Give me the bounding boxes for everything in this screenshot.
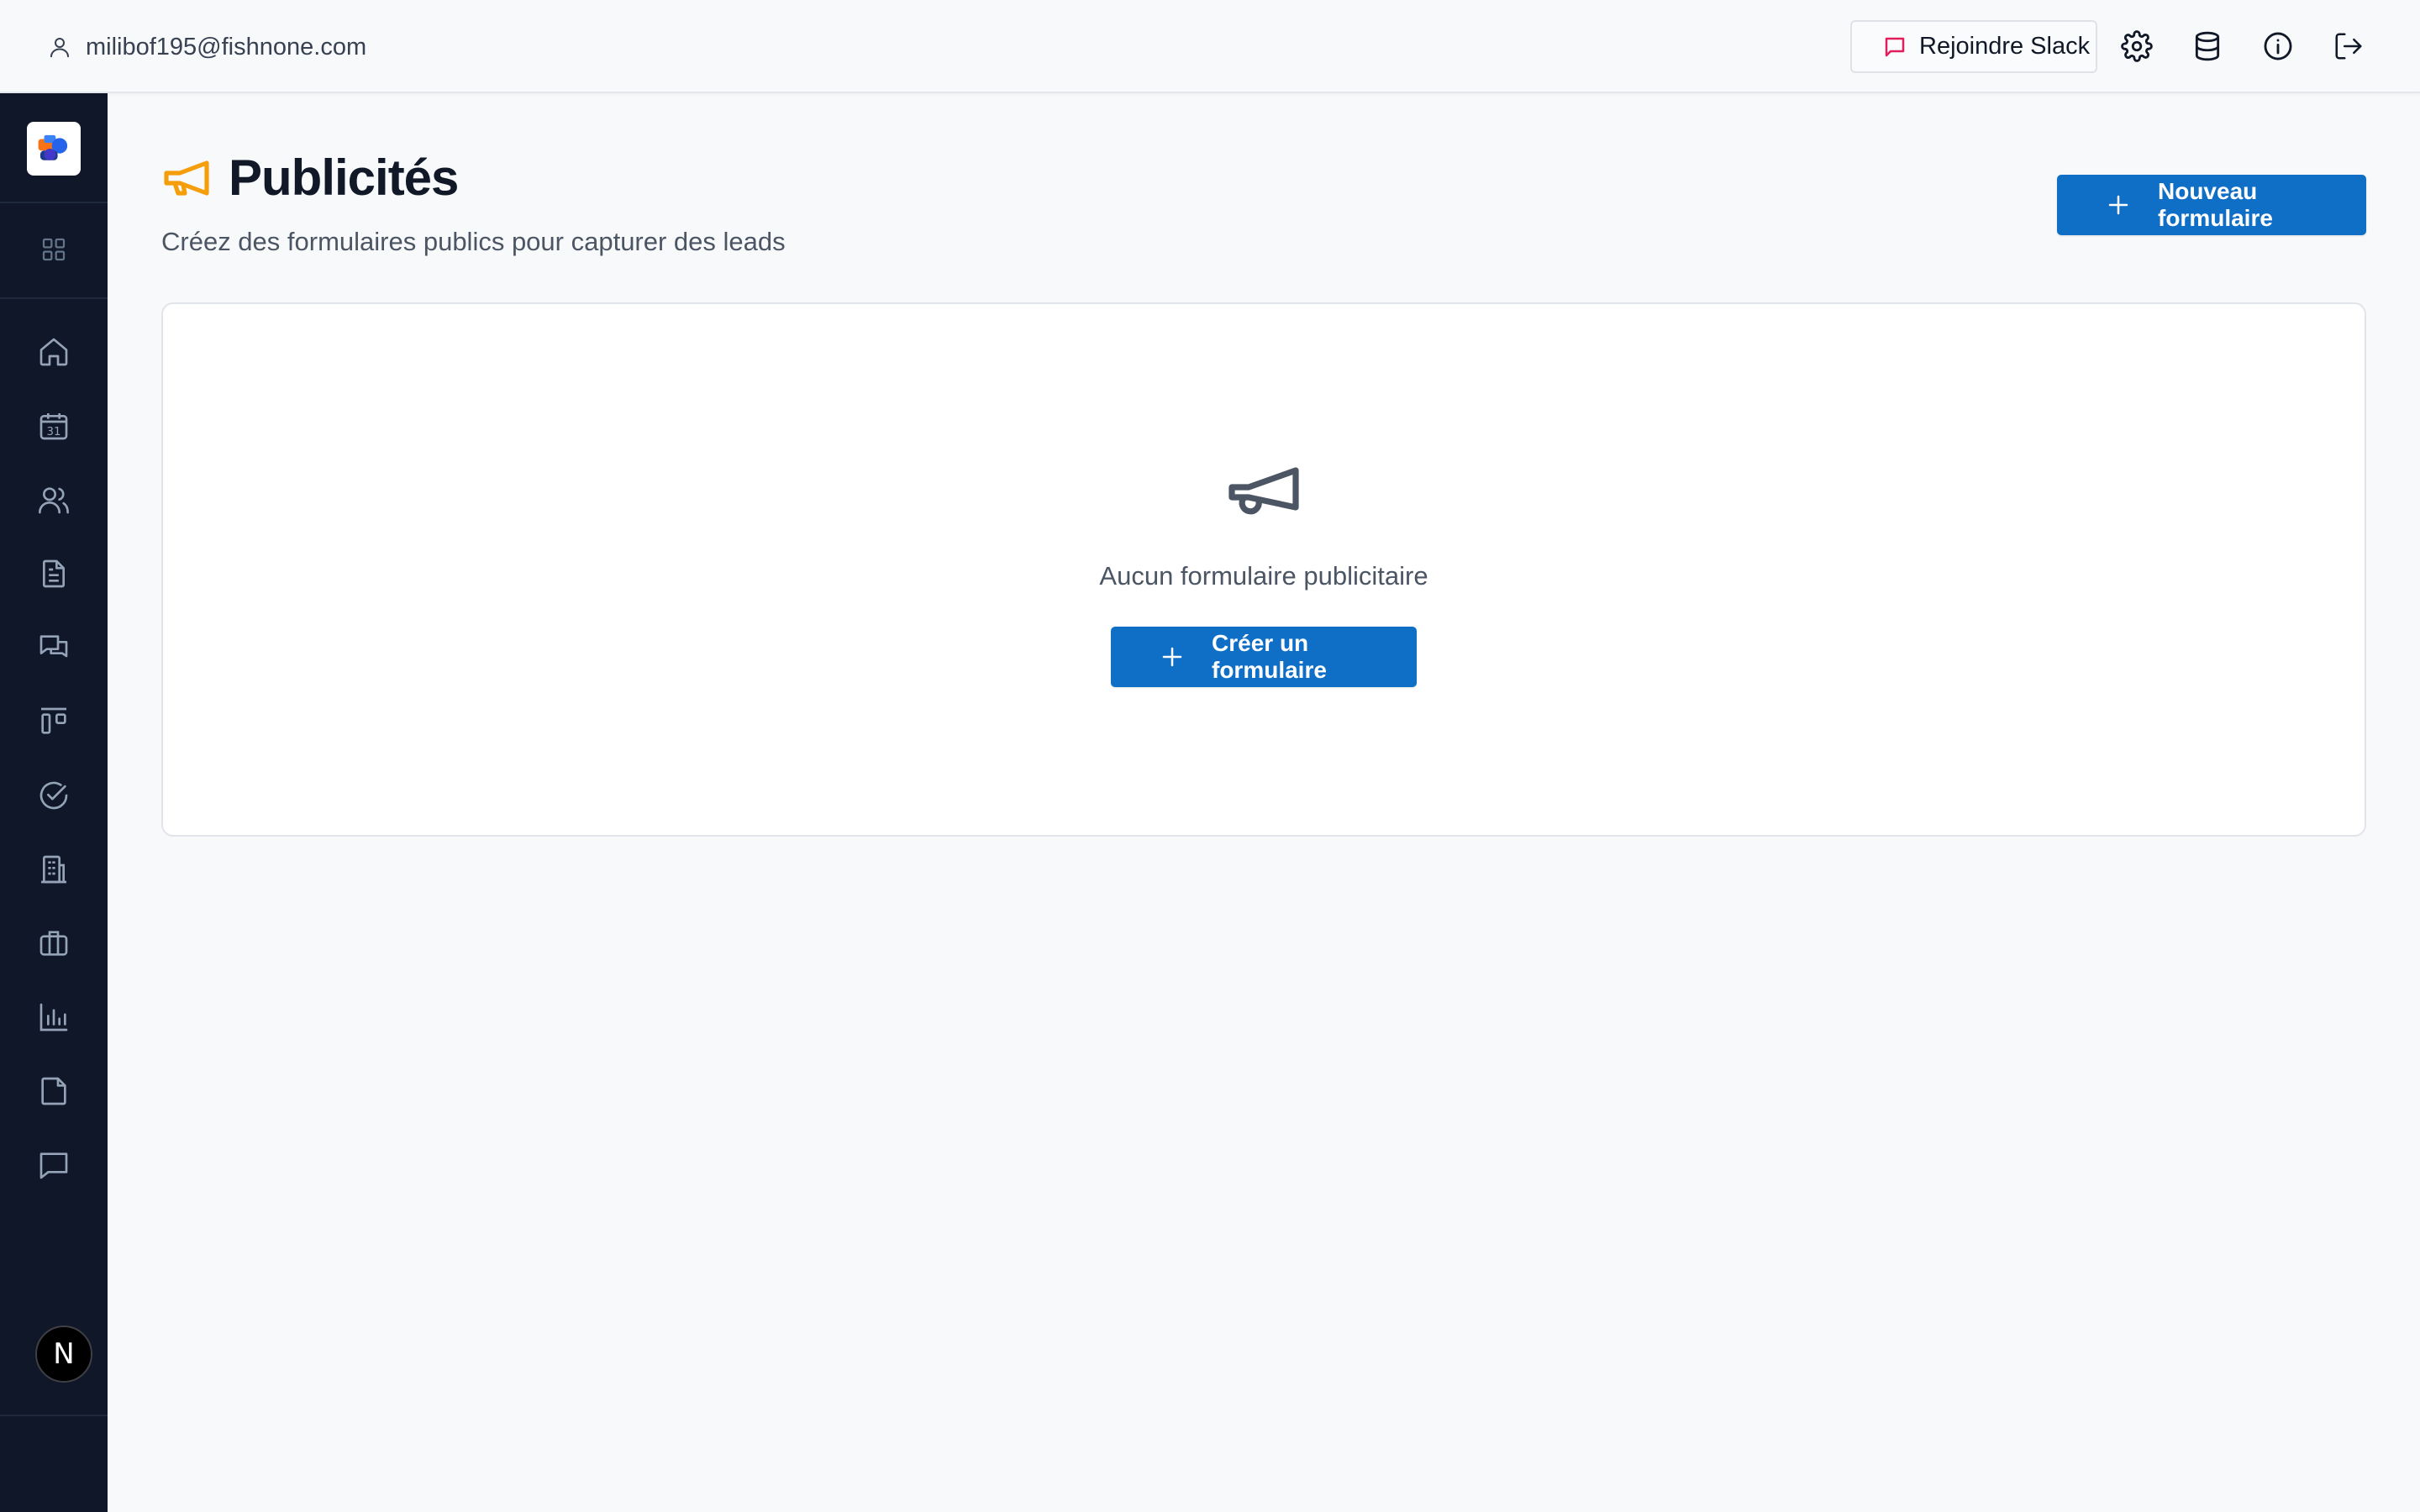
message-square-icon — [1882, 34, 1907, 60]
new-form-label: Nouveau formulaire — [2158, 178, 2273, 231]
create-form-label: Créer un formulaire — [1212, 630, 1327, 683]
kanban-icon[interactable] — [37, 705, 71, 738]
calendar-icon[interactable]: 31 — [37, 409, 71, 443]
user-avatar[interactable]: N — [35, 1326, 92, 1383]
app-logo[interactable] — [27, 122, 81, 176]
file-icon[interactable] — [37, 1074, 71, 1108]
logout-icon[interactable] — [2333, 30, 2365, 62]
user-icon — [47, 34, 72, 60]
new-form-button[interactable]: Nouveau formulaire — [2057, 175, 2366, 235]
logo-mark-icon — [38, 134, 68, 160]
plus-icon — [1160, 644, 1185, 669]
user-email: milibof195@fishnone.com — [86, 33, 367, 60]
sidebar-divider — [0, 202, 108, 203]
join-slack-label: Rejoindre Slack — [1919, 33, 2091, 60]
briefcase-icon[interactable] — [37, 927, 71, 960]
empty-state-message: Aucun formulaire publicitaire — [1099, 561, 1428, 591]
page-subtitle: Créez des formulaires publics pour captu… — [161, 227, 786, 256]
page-title: Publicités — [229, 150, 459, 206]
info-icon[interactable] — [2262, 30, 2294, 62]
home-icon[interactable] — [37, 335, 71, 369]
top-bar: milibof195@fishnone.com Rejoindre Slack — [0, 0, 2420, 93]
empty-megaphone-icon — [1228, 464, 1299, 519]
sidebar-divider — [0, 297, 108, 299]
database-icon[interactable] — [2191, 30, 2223, 62]
sidebar-divider — [0, 1415, 108, 1416]
user-info: milibof195@fishnone.com — [47, 30, 366, 64]
grid-icon[interactable] — [40, 236, 67, 263]
megaphone-icon — [161, 156, 212, 200]
sidebar: 31 — [0, 93, 108, 1512]
settings-icon[interactable] — [2121, 30, 2153, 62]
plus-icon — [2106, 192, 2131, 218]
message-icon[interactable] — [37, 1148, 71, 1182]
calendar-day: 31 — [47, 426, 61, 438]
bar-chart-icon[interactable] — [37, 1000, 71, 1034]
building-icon[interactable] — [37, 853, 71, 886]
users-icon[interactable] — [37, 483, 71, 517]
join-slack-button[interactable]: Rejoindre Slack — [1850, 20, 2097, 73]
create-form-button[interactable]: Créer un formulaire — [1111, 627, 1417, 687]
check-circle-icon[interactable] — [37, 779, 71, 812]
chat-icon[interactable] — [37, 631, 71, 664]
